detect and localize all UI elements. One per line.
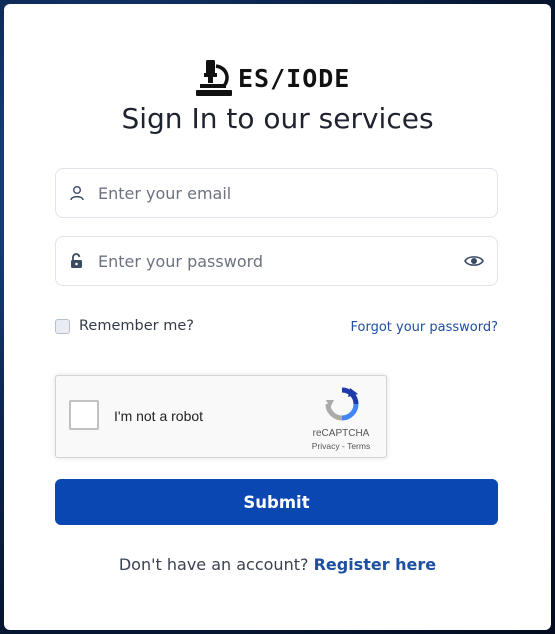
eye-icon[interactable] bbox=[463, 250, 485, 272]
remember-me[interactable]: Remember me? bbox=[55, 318, 194, 334]
recaptcha-checkbox[interactable] bbox=[69, 400, 99, 430]
recaptcha-widget: I'm not a robot reCAPTCHA Privacy - Term… bbox=[55, 375, 387, 458]
password-field bbox=[55, 236, 498, 286]
register-link[interactable]: Register here bbox=[314, 555, 437, 574]
forgot-password-link[interactable]: Forgot your password? bbox=[350, 320, 498, 335]
email-input[interactable] bbox=[96, 182, 497, 204]
submit-button[interactable]: Submit bbox=[55, 479, 498, 525]
recaptcha-links: Privacy - Terms bbox=[304, 441, 378, 451]
recaptcha-privacy-link[interactable]: Privacy bbox=[312, 441, 340, 451]
recaptcha-terms-link[interactable]: Terms bbox=[347, 441, 370, 451]
email-field bbox=[55, 168, 498, 218]
brand-logo: ES/IODE bbox=[194, 58, 350, 98]
password-input[interactable] bbox=[96, 250, 463, 272]
recaptcha-separator: - bbox=[339, 441, 348, 451]
recaptcha-brand: reCAPTCHA bbox=[312, 428, 370, 439]
unlock-icon bbox=[68, 252, 86, 270]
page-title: Sign In to our services bbox=[121, 102, 434, 135]
brand-logo-text: ES/IODE bbox=[238, 63, 351, 93]
register-prompt: Don't have an account? Register here bbox=[4, 555, 551, 574]
remember-label: Remember me? bbox=[79, 318, 194, 334]
microscope-icon bbox=[196, 60, 232, 96]
recaptcha-logo-icon bbox=[325, 387, 359, 421]
recaptcha-label: I'm not a robot bbox=[114, 408, 204, 424]
user-icon bbox=[68, 184, 86, 202]
remember-checkbox[interactable] bbox=[55, 318, 70, 334]
register-prompt-text: Don't have an account? bbox=[118, 555, 314, 574]
login-card: ES/IODE Sign In to our services Enter yo… bbox=[4, 4, 551, 630]
